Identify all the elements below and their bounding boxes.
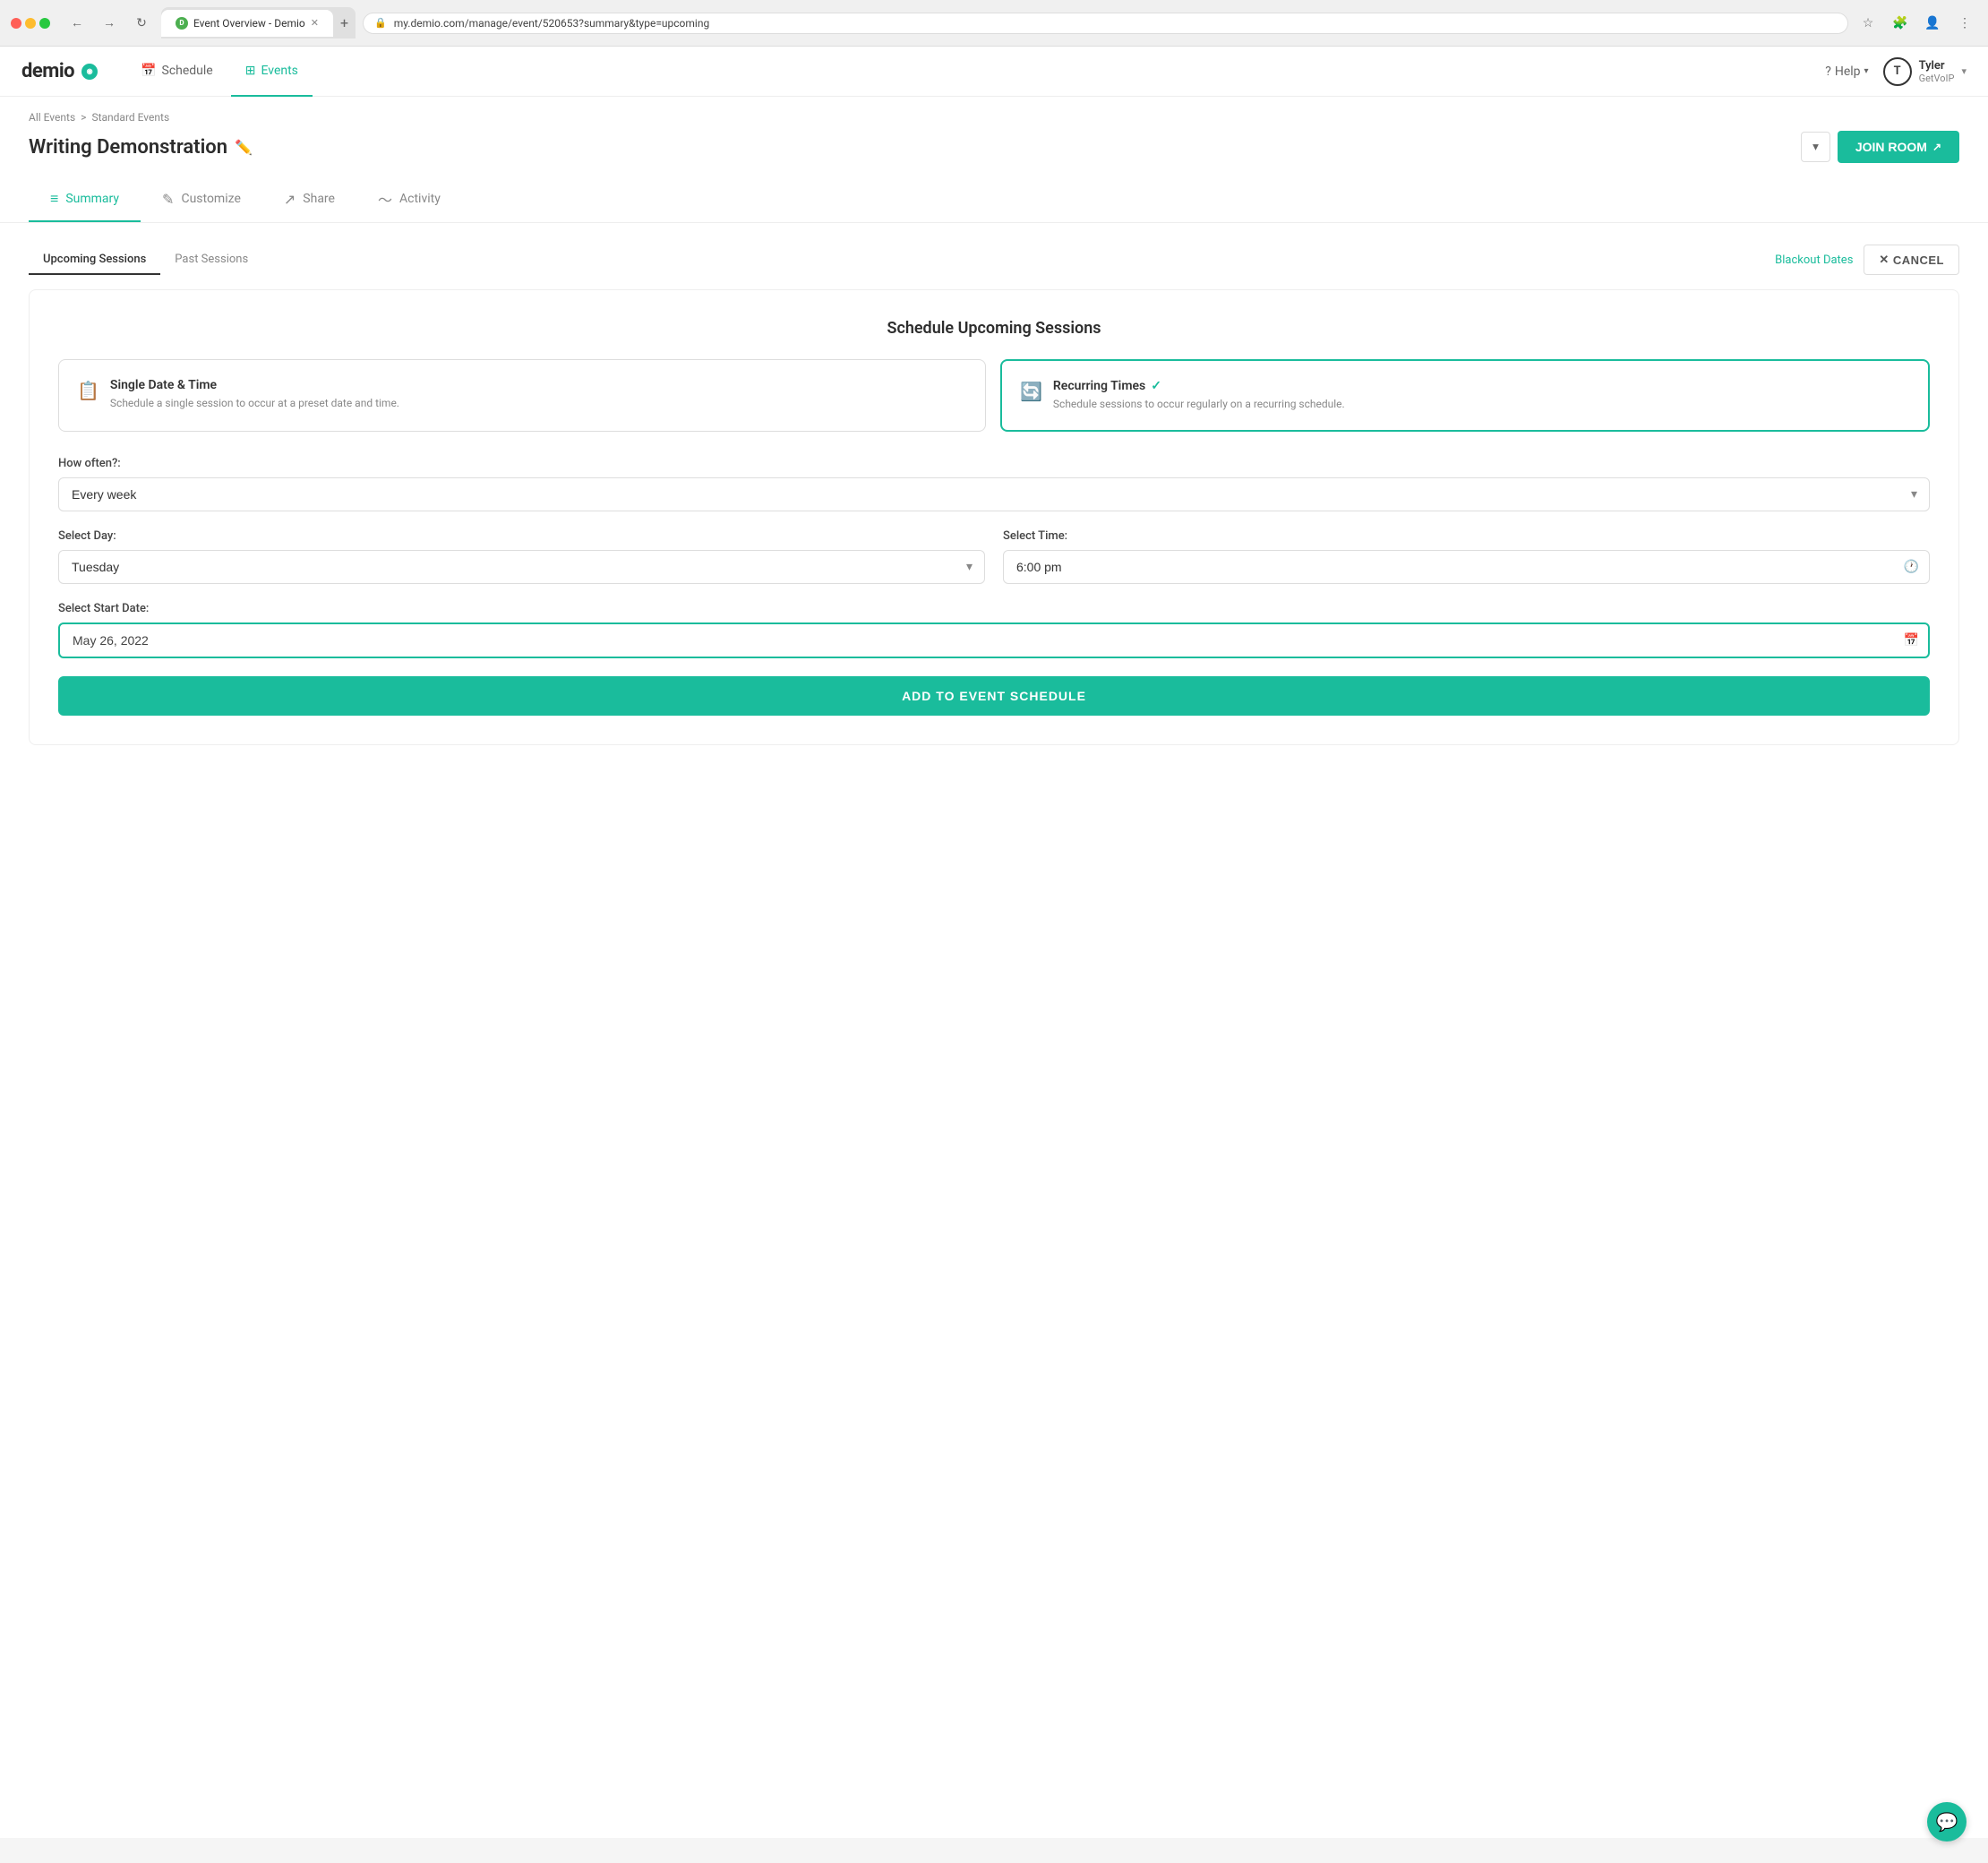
back-button[interactable]: ← [64,11,90,36]
tab-bar: ≡ Summary ✎ Customize ↗ Share 〜 Activity [0,177,1988,223]
bookmark-button[interactable]: ☆ [1855,11,1881,36]
help-button[interactable]: ? Help ▾ [1825,64,1868,79]
day-time-row: Select Day: Sunday Monday Tuesday Wednes… [58,529,1930,584]
user-menu-chevron-icon: ▾ [1961,65,1967,77]
time-input-wrapper: 🕐 [1003,550,1930,584]
schedule-nav-item[interactable]: 📅 Schedule [126,47,227,97]
user-info: Tyler GetVoIP [1919,59,1955,84]
add-to-schedule-button[interactable]: ADD TO EVENT SCHEDULE [58,676,1930,716]
forward-button[interactable]: → [97,11,122,36]
time-input[interactable] [1003,550,1930,584]
nav-right: ? Help ▾ T Tyler GetVoIP ▾ [1825,57,1967,86]
profile-button[interactable]: 👤 [1920,11,1945,36]
cancel-button[interactable]: ✕ CANCEL [1864,245,1959,275]
recurring-check-icon: ✓ [1151,379,1161,393]
sessions-header: Upcoming Sessions Past Sessions Blackout… [29,245,1959,275]
start-date-input[interactable] [58,622,1930,658]
calendar-card-icon: 📋 [77,380,99,401]
tab-summary[interactable]: ≡ Summary [29,177,141,222]
main-content: Upcoming Sessions Past Sessions Blackout… [0,223,1988,767]
how-often-select[interactable]: Every week Every two weeks Every month [58,477,1930,511]
more-options-button[interactable]: ▾ [1801,132,1830,162]
summary-tab-icon: ≡ [50,190,58,208]
how-often-label: How often?: [58,457,1930,470]
events-nav-item[interactable]: ⊞ Events [231,47,313,97]
sessions-tabs: Upcoming Sessions Past Sessions [29,245,262,275]
url-text: my.demio.com/manage/event/520653?summary… [394,17,709,30]
breadcrumb-area: All Events > Standard Events [0,97,1988,124]
select-day-col: Select Day: Sunday Monday Tuesday Wednes… [58,529,985,584]
extensions-button[interactable]: 🧩 [1888,11,1913,36]
breadcrumb: All Events > Standard Events [29,111,1959,124]
select-time-col: Select Time: 🕐 [1003,529,1930,584]
customize-tab-icon: ✎ [162,191,174,208]
start-date-label: Select Start Date: [58,602,1930,615]
day-select[interactable]: Sunday Monday Tuesday Wednesday Thursday… [58,550,985,584]
upcoming-sessions-tab[interactable]: Upcoming Sessions [29,245,160,275]
tab-activity[interactable]: 〜 Activity [356,177,462,222]
calendar-nav-icon: 📅 [141,64,156,78]
user-menu[interactable]: T Tyler GetVoIP ▾ [1883,57,1967,86]
select-time-label: Select Time: [1003,529,1930,543]
grid-nav-icon: ⊞ [245,64,256,78]
single-date-card[interactable]: 📋 Single Date & Time Schedule a single s… [58,359,986,432]
session-actions: Blackout Dates ✕ CANCEL [1775,245,1959,275]
cancel-x-icon: ✕ [1879,253,1889,267]
question-icon: ? [1825,64,1831,79]
clock-icon: 🕐 [1904,560,1919,574]
lock-icon: 🔒 [374,17,387,29]
support-chat-button[interactable]: 💬 [1927,1802,1967,1842]
date-input-wrapper: 📅 [58,622,1930,658]
address-bar[interactable]: 🔒 my.demio.com/manage/event/520653?summa… [363,13,1848,34]
more-menu-button[interactable]: ⋮ [1952,11,1977,36]
blackout-dates-button[interactable]: Blackout Dates [1775,253,1853,267]
how-often-section: How often?: Every week Every two weeks E… [58,457,1930,511]
page-title: Writing Demonstration [29,136,227,159]
page-title-row: Writing Demonstration ✏️ [29,136,253,159]
help-chevron-icon: ▾ [1864,66,1869,76]
select-day-label: Select Day: [58,529,985,543]
calendar-input-icon: 📅 [1904,633,1919,648]
breadcrumb-all-events[interactable]: All Events [29,111,75,124]
tab-title: Event Overview - Demio [193,17,305,30]
past-sessions-tab[interactable]: Past Sessions [160,245,262,275]
join-room-button[interactable]: JOIN ROOM ↗ [1838,131,1959,163]
schedule-panel-title: Schedule Upcoming Sessions [58,319,1930,338]
single-date-card-content: Single Date & Time Schedule a single ses… [110,378,399,411]
active-browser-tab[interactable]: D Event Overview - Demio ✕ [161,10,333,37]
share-tab-icon: ↗ [284,191,296,208]
page-header: Writing Demonstration ✏️ ▾ JOIN ROOM ↗ [0,124,1988,163]
logo: demio ◉ [21,60,98,82]
schedule-panel: Schedule Upcoming Sessions 📋 Single Date… [29,289,1959,745]
schedule-type-cards: 📋 Single Date & Time Schedule a single s… [58,359,1930,432]
tab-customize[interactable]: ✎ Customize [141,177,262,222]
external-link-icon: ↗ [1932,141,1941,153]
breadcrumb-separator: > [81,111,86,124]
nav-items: 📅 Schedule ⊞ Events [126,47,313,97]
top-navigation: demio ◉ 📅 Schedule ⊞ Events ? Help ▾ [0,47,1988,97]
tab-close-button[interactable]: ✕ [311,17,319,29]
recurring-times-card[interactable]: 🔄 Recurring Times ✓ Schedule sessions to… [1000,359,1930,432]
activity-tab-icon: 〜 [378,188,392,210]
chat-icon: 💬 [1936,1811,1958,1833]
refresh-button[interactable]: ↻ [129,11,154,36]
recurring-card-icon: 🔄 [1020,381,1042,402]
tab-favicon: D [176,17,188,30]
breadcrumb-category: Standard Events [91,111,169,124]
new-tab-button[interactable]: + [333,7,356,39]
how-often-select-wrapper: Every week Every two weeks Every month [58,477,1930,511]
page-actions: ▾ JOIN ROOM ↗ [1801,131,1959,163]
user-avatar: T [1883,57,1912,86]
logo-badge: ◉ [81,64,98,80]
edit-title-icon[interactable]: ✏️ [235,139,253,156]
day-select-wrapper: Sunday Monday Tuesday Wednesday Thursday… [58,550,985,584]
start-date-section: Select Start Date: 📅 [58,602,1930,658]
recurring-card-content: Recurring Times ✓ Schedule sessions to o… [1053,379,1345,412]
tab-share[interactable]: ↗ Share [262,177,356,222]
